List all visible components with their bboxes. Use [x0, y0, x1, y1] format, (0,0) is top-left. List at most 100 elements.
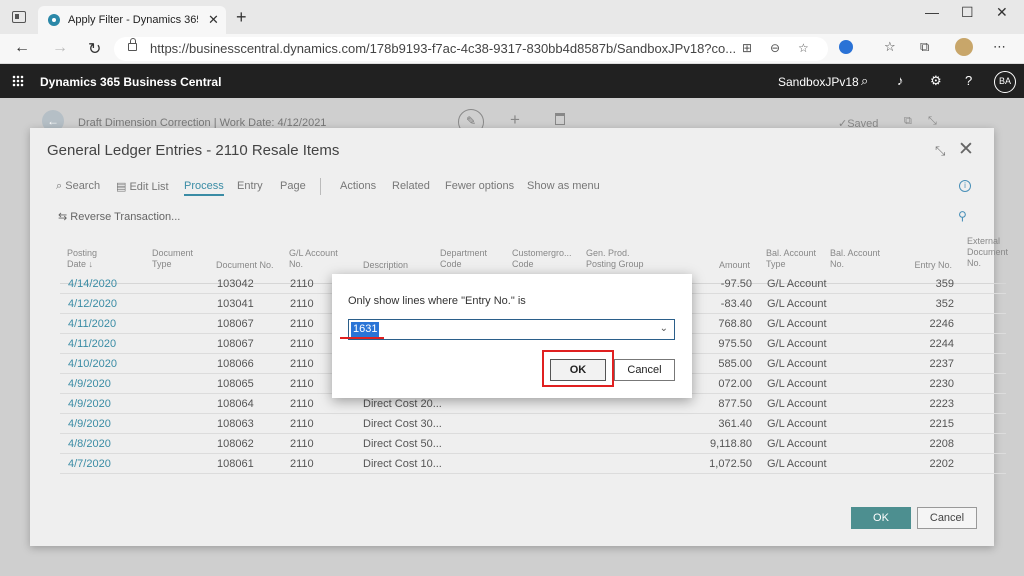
posting-date-cell[interactable]: 4/7/2020 [68, 458, 111, 470]
action-separator [320, 178, 321, 195]
zoom-icon[interactable]: ⊖ [770, 41, 780, 55]
browser-profile-avatar[interactable] [955, 38, 973, 56]
gl-account-no-cell: 2110 [290, 418, 314, 430]
entry-no-cell: 2202 [929, 458, 954, 470]
tab-entry[interactable]: Entry [237, 180, 263, 192]
open-new-window-icon: ⧉ [904, 115, 912, 127]
browser-tab-bar: Apply Filter - Dynamics 365 Business Cen… [0, 0, 1024, 34]
tab-actions-icon[interactable] [12, 11, 26, 23]
refresh-icon[interactable]: ↻ [88, 39, 101, 59]
entry-no-cell: 352 [935, 298, 954, 310]
user-avatar[interactable]: BA [994, 71, 1016, 93]
panel-ok-button[interactable]: OK [851, 507, 911, 529]
bal-account-type-cell: G/L Account [767, 318, 827, 330]
bal-account-type-cell: G/L Account [767, 338, 827, 350]
bal-account-type-cell: G/L Account [767, 398, 827, 410]
forward-arrow-icon[interactable]: → [52, 39, 68, 57]
document-no-cell: 108064 [217, 398, 254, 410]
app-header: Dynamics 365 Business Central SandboxJPv… [0, 64, 1024, 98]
pin-icon[interactable]: ⚲ [958, 209, 967, 223]
tab-close-icon[interactable]: ✕ [208, 12, 219, 28]
posting-date-cell[interactable]: 4/10/2020 [68, 358, 117, 370]
notification-bell-icon[interactable]: ♪ [897, 73, 904, 88]
panel-cancel-button[interactable]: Cancel [917, 507, 977, 529]
search-action[interactable]: ⌕ Search [56, 180, 100, 193]
settings-gear-icon[interactable]: ⚙ [930, 73, 942, 89]
col-customergroup-code[interactable]: Customergro... Code [512, 248, 580, 270]
chevron-down-icon[interactable]: ⌄ [660, 323, 668, 334]
extension-globe-icon[interactable] [839, 40, 853, 54]
col-bal-account-no[interactable]: Bal. Account No. [830, 248, 885, 270]
lock-icon [128, 38, 137, 51]
edit-list-action[interactable]: ▤ Edit List [116, 180, 169, 193]
app-available-icon[interactable]: ⊞ [742, 41, 752, 55]
window-close-icon[interactable]: ✕ [996, 4, 1008, 21]
entry-no-cell: 359 [935, 278, 954, 290]
table-row[interactable]: 4/9/2020 108063 2110 Direct Cost 30... 361.4… [60, 414, 1006, 434]
url-field[interactable]: https://businesscentral.dynamics.com/178… [114, 37, 828, 61]
panel-close-icon[interactable]: ✕ [958, 138, 974, 161]
bal-account-type-cell: G/L Account [767, 298, 827, 310]
browser-tab[interactable]: Apply Filter - Dynamics 365 Business Cen… [38, 6, 226, 34]
tab-actions[interactable]: Actions [340, 180, 376, 192]
minimize-icon[interactable]: — [925, 4, 939, 20]
bal-account-type-cell: G/L Account [767, 438, 827, 450]
description-cell: Direct Cost 20... [363, 398, 442, 410]
description-cell: Direct Cost 10... [363, 458, 442, 470]
table-row[interactable]: 4/8/2020 108062 2110 Direct Cost 50... 9,118… [60, 434, 1006, 454]
posting-date-cell[interactable]: 4/9/2020 [68, 398, 111, 410]
col-amount[interactable]: Amount [690, 260, 750, 271]
dialog-cancel-button[interactable]: Cancel [614, 359, 675, 381]
amount-cell: 9,118.80 [709, 438, 752, 450]
collapse-icon[interactable]: ⤡ [935, 143, 945, 159]
collections-icon[interactable]: ⧉ [920, 39, 929, 55]
tab-page[interactable]: Page [280, 180, 306, 192]
posting-date-cell[interactable]: 4/8/2020 [68, 438, 111, 450]
help-icon[interactable]: ? [965, 73, 972, 88]
col-gl-account-no[interactable]: G/L Account No. [289, 248, 344, 270]
col-department-code[interactable]: Department Code [440, 248, 495, 270]
gl-account-no-cell: 2110 [290, 398, 314, 410]
col-entry-no[interactable]: Entry No. [890, 260, 952, 271]
show-as-menu-action[interactable]: Show as menu [527, 180, 600, 192]
document-no-cell: 108067 [217, 338, 254, 350]
app-launcher-icon[interactable] [12, 75, 24, 87]
posting-date-cell[interactable]: 4/11/2020 [68, 318, 116, 330]
tab-process[interactable]: Process [184, 180, 224, 196]
posting-date-cell[interactable]: 4/9/2020 [68, 418, 111, 430]
col-gen-prod-posting-group[interactable]: Gen. Prod. Posting Group [586, 248, 646, 270]
bal-account-type-cell: G/L Account [767, 458, 827, 470]
posting-date-cell[interactable]: 4/9/2020 [68, 378, 111, 390]
maximize-icon[interactable]: ☐ [961, 4, 974, 21]
reverse-transaction-action[interactable]: ⇆ Reverse Transaction... [58, 210, 180, 223]
favorites-icon[interactable]: ☆ [884, 39, 896, 55]
back-arrow-icon[interactable]: ← [14, 39, 30, 57]
col-document-no[interactable]: Document No. [216, 260, 274, 271]
col-document-type[interactable]: Document Type [152, 248, 202, 270]
more-options-icon[interactable]: ⋯ [993, 39, 1006, 55]
info-icon[interactable]: i [959, 180, 971, 192]
col-external-document-no[interactable]: External Document No. [967, 236, 1012, 269]
search-icon[interactable]: ⌕ [861, 73, 868, 89]
dynamics-favicon-icon [48, 14, 60, 26]
tab-related[interactable]: Related [392, 180, 430, 192]
col-bal-account-type[interactable]: Bal. Account Type [766, 248, 821, 270]
search-icon: ⌕ [56, 180, 63, 192]
posting-date-cell[interactable]: 4/11/2020 [68, 338, 116, 350]
document-no-cell: 108067 [217, 318, 254, 330]
gl-account-no-cell: 2110 [290, 378, 314, 390]
entry-no-filter-input[interactable]: 1631 ⌄ [348, 319, 675, 340]
fewer-options-action[interactable]: Fewer options [445, 180, 514, 192]
posting-date-cell[interactable]: 4/12/2020 [68, 298, 117, 310]
document-no-cell: 108061 [217, 458, 254, 470]
table-row[interactable]: 4/7/2020 108061 2110 Direct Cost 10... 1,072… [60, 454, 1006, 474]
favorite-star-icon[interactable]: ☆ [798, 41, 809, 55]
environment-name: SandboxJPv18 [778, 75, 859, 89]
gl-account-no-cell: 2110 [290, 358, 314, 370]
document-no-cell: 103042 [217, 278, 254, 290]
col-description[interactable]: Description [363, 260, 408, 271]
posting-date-cell[interactable]: 4/14/2020 [68, 278, 117, 290]
col-posting-date[interactable]: Posting Date ↓ [67, 248, 117, 270]
description-cell: Direct Cost 30... [363, 418, 442, 430]
new-tab-icon[interactable]: + [236, 7, 247, 28]
